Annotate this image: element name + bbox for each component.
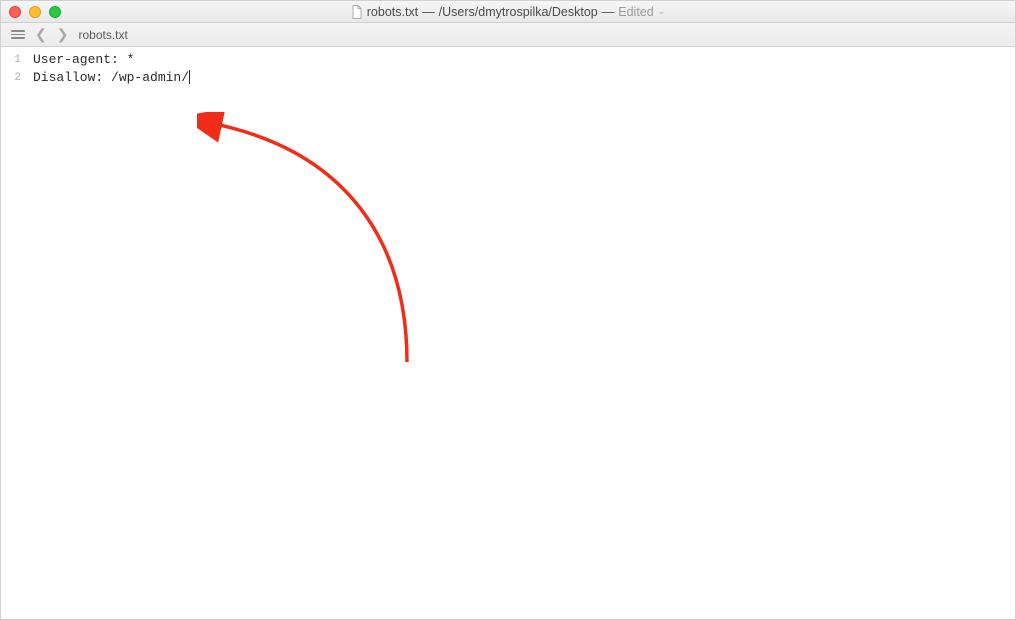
text-cursor [189,70,190,84]
title-separator: — [422,5,435,19]
line-number-gutter: 1 2 [1,47,29,619]
title-filename: robots.txt [367,5,418,19]
editor-content[interactable]: User-agent: * Disallow: /wp-admin/ [29,47,1015,619]
edited-label: Edited [618,5,653,19]
minimize-button[interactable] [29,6,41,18]
maximize-button[interactable] [49,6,61,18]
editor-window: robots.txt — /Users/dmytrospilka/Desktop… [0,0,1016,620]
line-number: 1 [1,51,21,69]
line-number: 2 [1,69,21,87]
text-editor[interactable]: 1 2 User-agent: * Disallow: /wp-admin/ [1,47,1015,619]
menu-icon[interactable] [11,30,25,39]
close-button[interactable] [9,6,21,18]
code-line: Disallow: /wp-admin/ [33,69,1015,87]
path-bar-filename[interactable]: robots.txt [78,28,127,42]
title-separator-2: — [602,5,615,19]
forward-button[interactable]: ❯ [57,26,69,43]
titlebar[interactable]: robots.txt — /Users/dmytrospilka/Desktop… [1,1,1015,23]
chevron-down-icon: ⌄ [658,6,666,17]
file-icon [351,5,363,19]
title-path: /Users/dmytrospilka/Desktop [439,5,598,19]
back-button[interactable]: ❮ [35,26,47,43]
code-line: User-agent: * [33,51,1015,69]
path-bar: ❮ ❯ robots.txt [1,23,1015,47]
window-controls [9,6,61,18]
window-title: robots.txt — /Users/dmytrospilka/Desktop… [1,5,1015,19]
